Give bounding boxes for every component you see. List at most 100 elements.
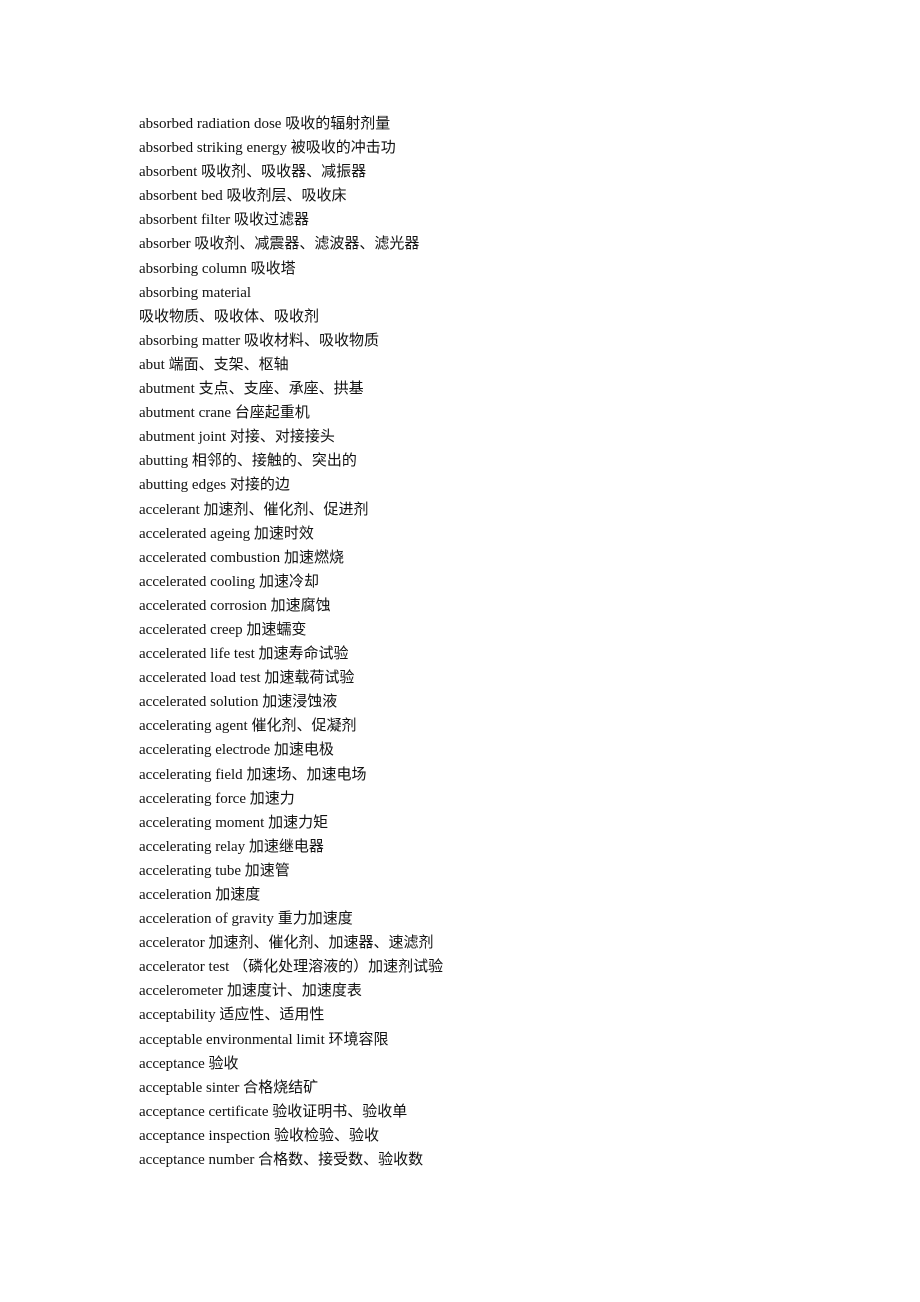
entry-term: accelerometer [139, 983, 224, 1000]
entry-term: absorbent [139, 164, 198, 181]
entry-translation: 加速浸蚀液 [262, 694, 338, 711]
glossary-entry: accelerated load test 加速载荷试验 [139, 666, 839, 690]
entry-translation: 相邻的、接触的、突出的 [191, 453, 357, 470]
entry-translation: 加速电极 [273, 742, 334, 759]
glossary-entry: accelerated cooling 加速冷却 [139, 570, 839, 594]
entry-translation: （磷化处理溶液的）加速剂试验 [233, 959, 444, 976]
entry-term: accelerating field [139, 766, 243, 783]
entry-term: acceptance inspection [139, 1127, 271, 1144]
entry-term: abutment joint [139, 429, 227, 446]
glossary-entry: acceptable environmental limit 环境容限 [139, 1028, 839, 1052]
entry-term: acceptance number [139, 1152, 255, 1169]
entry-term: accelerating agent [139, 718, 248, 735]
entry-term: absorbent bed [139, 188, 223, 205]
entry-term: accelerant [139, 501, 200, 518]
entry-translation: 加速力矩 [268, 814, 329, 831]
entry-translation: 验收检验、验收 [273, 1127, 379, 1144]
glossary-entry: abutting edges 对接的边 [139, 473, 839, 497]
entry-term: abutting edges [139, 477, 227, 494]
entry-term: accelerator test [139, 959, 230, 976]
entry-translation: 加速剂、催化剂、加速器、速滤剂 [208, 935, 434, 952]
entry-translation: 加速度计、加速度表 [226, 983, 362, 1000]
glossary-entry: acceleration of gravity 重力加速度 [139, 907, 839, 931]
entry-translation: 加速时效 [253, 525, 314, 542]
glossary-entry: absorbent bed 吸收剂层、吸收床 [139, 184, 839, 208]
glossary-entry: absorbing column 吸收塔 [139, 257, 839, 281]
entry-translation: 重力加速度 [277, 911, 353, 928]
entry-term: acceptable sinter [139, 1079, 240, 1096]
glossary-entry: absorbent 吸收剂、吸收器、减振器 [139, 160, 839, 184]
entry-translation: 吸收物质、吸收体、吸收剂 [139, 308, 320, 325]
entry-translation: 吸收过滤器 [233, 212, 309, 229]
entry-term: acceptable environmental limit [139, 1031, 325, 1048]
entry-translation: 吸收的辐射剂量 [285, 116, 391, 132]
glossary-entry: accelerant 加速剂、催化剂、促进剂 [139, 498, 839, 522]
glossary-entry: accelerating electrode 加速电极 [139, 738, 839, 762]
entry-term: absorbing matter [139, 332, 241, 349]
glossary-entry: 吸收物质、吸收体、吸收剂 [139, 305, 839, 329]
entry-translation: 吸收剂、吸收器、减振器 [201, 164, 367, 181]
glossary-page: absorbed radiation dose 吸收的辐射剂量 absorbed … [139, 112, 839, 1172]
entry-translation: 台座起重机 [234, 405, 310, 422]
entry-term: acceleration [139, 887, 212, 903]
entry-translation: 加速冷却 [258, 573, 319, 590]
entry-term: abutment [139, 381, 195, 398]
entry-translation: 吸收材料、吸收物质 [243, 332, 379, 349]
entry-translation: 加速寿命试验 [258, 646, 349, 663]
glossary-entry: acceleration 加速度 [139, 883, 839, 907]
entry-term: accelerated load test [139, 670, 261, 687]
glossary-entry: accelerating field 加速场、加速电场 [139, 763, 839, 787]
entry-term: accelerated ageing [139, 525, 251, 542]
entry-translation: 验收 [208, 1055, 239, 1072]
glossary-entry: abutting 相邻的、接触的、突出的 [139, 449, 839, 473]
glossary-entry: acceptance inspection 验收检验、验收 [139, 1124, 839, 1148]
entry-term: absorber [139, 236, 191, 253]
entry-term: accelerated combustion [139, 549, 281, 566]
entry-translation: 吸收剂层、吸收床 [226, 188, 347, 205]
glossary-entry: accelerating force 加速力 [139, 787, 839, 811]
entry-term: accelerating force [139, 790, 246, 807]
glossary-entry: accelerated solution 加速浸蚀液 [139, 690, 839, 714]
entry-term: abutting [139, 453, 189, 470]
entry-translation: 环境容限 [328, 1031, 389, 1048]
entry-translation: 支点、支座、承座、拱基 [198, 381, 364, 398]
glossary-entry: absorbing material [139, 281, 839, 305]
entry-translation: 验收证明书、验收单 [272, 1103, 408, 1120]
glossary-entry: accelerator 加速剂、催化剂、加速器、速滤剂 [139, 931, 839, 955]
entry-term: absorbed striking energy [139, 140, 288, 157]
glossary-entry: accelerating relay 加速继电器 [139, 835, 839, 859]
entry-term: abutment crane [139, 405, 232, 422]
glossary-entry: abutment joint 对接、对接接头 [139, 425, 839, 449]
glossary-entry: acceptable sinter 合格烧结矿 [139, 1076, 839, 1100]
entry-translation: 适应性、适用性 [219, 1007, 325, 1024]
entry-term: abut [139, 356, 165, 373]
entry-term: accelerated corrosion [139, 597, 267, 614]
entry-term: accelerating tube [139, 862, 242, 879]
entry-term: absorbent filter [139, 212, 231, 229]
entry-term: absorbing material [139, 284, 252, 301]
entry-term: acceptance [139, 1055, 205, 1072]
glossary-entry: accelerated life test 加速寿命试验 [139, 642, 839, 666]
entry-translation: 端面、支架、枢轴 [168, 356, 289, 373]
entry-term: absorbed radiation dose [139, 116, 282, 132]
glossary-entry: absorbed radiation dose 吸收的辐射剂量 [139, 112, 839, 136]
entry-term: accelerated cooling [139, 573, 256, 590]
glossary-entry: absorbing matter 吸收材料、吸收物质 [139, 329, 839, 353]
glossary-entry: abut 端面、支架、枢轴 [139, 353, 839, 377]
entry-translation: 加速载荷试验 [264, 670, 355, 687]
entry-term: accelerating moment [139, 814, 265, 831]
glossary-entry: acceptability 适应性、适用性 [139, 1003, 839, 1027]
glossary-entry: absorbent filter 吸收过滤器 [139, 208, 839, 232]
entry-translation: 吸收剂、减震器、滤波器、滤光器 [194, 236, 420, 253]
entry-term: accelerated life test [139, 646, 255, 663]
entry-translation: 对接、对接接头 [229, 429, 335, 446]
entry-translation: 加速管 [244, 862, 290, 879]
entry-translation: 吸收塔 [250, 260, 296, 277]
glossary-entry: accelerated creep 加速蠕变 [139, 618, 839, 642]
entry-translation: 加速场、加速电场 [246, 766, 367, 783]
entry-translation: 合格数、接受数、验收数 [258, 1152, 424, 1169]
entry-term: acceptability [139, 1007, 216, 1024]
entry-translation: 合格烧结矿 [243, 1079, 319, 1096]
glossary-entry: accelerated combustion 加速燃烧 [139, 546, 839, 570]
glossary-entry: accelerated corrosion 加速腐蚀 [139, 594, 839, 618]
